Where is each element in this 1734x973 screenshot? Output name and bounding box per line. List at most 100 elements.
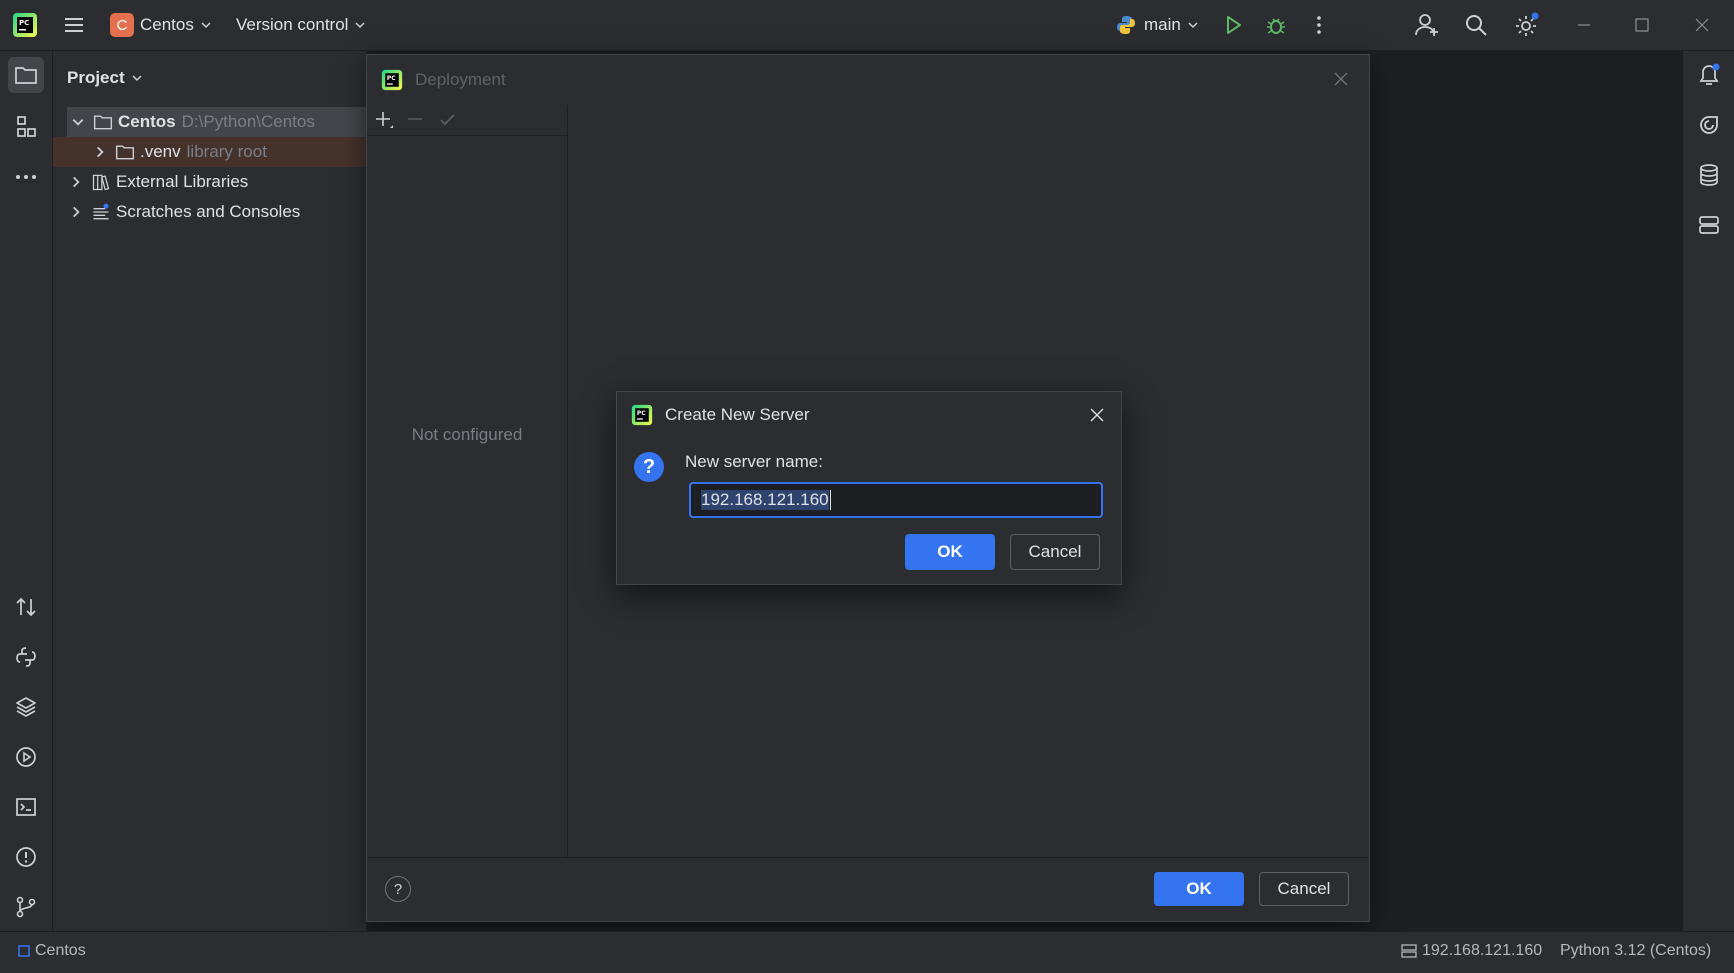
close-icon: [1334, 72, 1348, 86]
chevron-down-icon: [72, 119, 84, 126]
project-panel-header[interactable]: Project: [67, 61, 143, 95]
tree-item-external-libraries[interactable]: External Libraries: [53, 167, 366, 197]
problems-icon: [16, 847, 36, 867]
right-tool-strip: [1682, 51, 1734, 931]
notifications-button[interactable]: [1691, 57, 1727, 93]
status-breadcrumb[interactable]: Centos: [18, 942, 86, 960]
ai-assistant-button[interactable]: [1691, 107, 1727, 143]
structure-tool-button[interactable]: [8, 109, 44, 145]
database-button[interactable]: [1691, 157, 1727, 193]
server-name-input[interactable]: 192.168.121.160: [689, 482, 1103, 518]
run-icon: [1227, 16, 1241, 34]
create-server-titlebar: PC Create New Server: [617, 392, 1121, 438]
question-icon: ?: [634, 452, 664, 482]
layers-tool-button[interactable]: [8, 689, 44, 725]
pycharm-logo-icon: PC: [381, 69, 403, 91]
deployment-server-label: 192.168.121.160: [1422, 942, 1543, 959]
settings-button[interactable]: [1514, 0, 1540, 50]
app-logo[interactable]: PC: [12, 0, 38, 50]
debug-button[interactable]: [1265, 0, 1287, 50]
help-button[interactable]: ?: [385, 876, 411, 902]
deployment-server-list: Not configured: [367, 105, 568, 857]
search-icon: [1466, 15, 1487, 36]
remote-host-icon: [1699, 216, 1719, 234]
left-tool-strip: [0, 51, 53, 931]
deployment-ok-button[interactable]: OK: [1154, 872, 1244, 906]
more-vertical-icon: [1317, 16, 1321, 34]
code-with-me-button[interactable]: [1414, 0, 1440, 50]
close-icon: [1695, 18, 1709, 32]
window-close-button[interactable]: [1694, 0, 1710, 50]
more-tools-button[interactable]: [8, 159, 44, 195]
interpreter-widget[interactable]: Python 3.12 (Centos): [1560, 942, 1711, 960]
run-button[interactable]: [1222, 0, 1244, 50]
close-icon: [1090, 408, 1104, 422]
chevron-right-icon: [73, 176, 80, 188]
database-icon: [1700, 164, 1718, 186]
maximize-icon: [1635, 18, 1649, 32]
remove-server-button[interactable]: [405, 109, 427, 131]
problems-tool-button[interactable]: [8, 839, 44, 875]
tree-item-path: D:\Python\Centos: [181, 112, 315, 131]
deployment-dialog-footer: ? OK Cancel: [367, 857, 1369, 922]
project-selector[interactable]: C Centos: [110, 0, 212, 50]
create-server-title: Create New Server: [665, 405, 810, 424]
services-tool-button[interactable]: [8, 739, 44, 775]
deployment-dialog-title: Deployment: [415, 70, 506, 89]
minimize-button[interactable]: [1576, 0, 1592, 50]
chevron-right-icon: [73, 206, 80, 218]
chevron-down-icon: [1188, 22, 1198, 29]
ai-assistant-icon: [1700, 116, 1718, 134]
tree-item-label: Centos: [118, 112, 176, 131]
scratches-icon: [93, 203, 109, 220]
tree-item-label: External Libraries: [116, 172, 249, 191]
maximize-button[interactable]: [1634, 0, 1650, 50]
project-badge: C: [110, 13, 134, 37]
module-icon: [18, 945, 30, 957]
more-icon: [16, 175, 36, 179]
run-config-name: main: [1144, 15, 1181, 34]
project-name: Centos: [140, 15, 194, 34]
more-actions-button[interactable]: [1308, 0, 1330, 50]
vcs-label: Version control: [236, 15, 349, 34]
remote-host-button[interactable]: [1691, 207, 1727, 243]
project-panel-title: Project: [67, 68, 125, 87]
tree-item-venv[interactable]: .venv library root: [53, 137, 366, 167]
layers-icon: [16, 697, 36, 717]
title-bar: PC C Centos Version control main: [0, 0, 1734, 51]
folder-icon: [15, 67, 37, 84]
help-icon: ?: [393, 880, 403, 898]
text-caret: [829, 490, 831, 510]
chevron-down-icon: [201, 22, 211, 29]
project-panel: Project Centos D:\Python\Centos .venv li…: [53, 51, 366, 931]
create-server-ok-button[interactable]: OK: [905, 534, 995, 570]
set-default-server-button[interactable]: [437, 109, 459, 131]
python-console-tool-button[interactable]: [8, 639, 44, 675]
create-server-cancel-button[interactable]: Cancel: [1010, 534, 1100, 570]
chevron-down-icon: [355, 22, 365, 29]
tree-item-label: .venv: [140, 142, 181, 161]
deployment-close-button[interactable]: [1333, 71, 1349, 87]
deployment-dialog-titlebar: PC Deployment: [367, 55, 1369, 105]
pycharm-logo-icon: PC: [631, 404, 653, 426]
terminal-tool-button[interactable]: [8, 789, 44, 825]
server-name-label: New server name:: [685, 452, 823, 471]
main-menu-button[interactable]: [62, 0, 86, 50]
project-tool-button[interactable]: [8, 57, 44, 93]
vcs-selector[interactable]: Version control: [236, 0, 366, 50]
tree-item-label: Scratches and Consoles: [116, 202, 301, 221]
commit-tool-button[interactable]: [8, 589, 44, 625]
deployment-cancel-button[interactable]: Cancel: [1259, 872, 1349, 906]
tree-item-scratches[interactable]: Scratches and Consoles: [53, 197, 366, 227]
run-config-selector[interactable]: main: [1114, 0, 1199, 50]
status-bar: Centos 192.168.121.160 Python 3.12 (Cent…: [0, 931, 1734, 973]
git-tool-button[interactable]: [8, 889, 44, 925]
tree-item-project-root[interactable]: Centos D:\Python\Centos: [67, 107, 366, 137]
search-button[interactable]: [1464, 0, 1488, 50]
deployment-server-widget[interactable]: 192.168.121.160: [1400, 942, 1542, 960]
chevron-right-icon: [97, 146, 104, 158]
add-user-icon: [1415, 14, 1438, 36]
chevron-down-icon: [132, 75, 142, 82]
create-server-close-button[interactable]: [1089, 407, 1105, 423]
add-server-button[interactable]: [373, 109, 395, 131]
